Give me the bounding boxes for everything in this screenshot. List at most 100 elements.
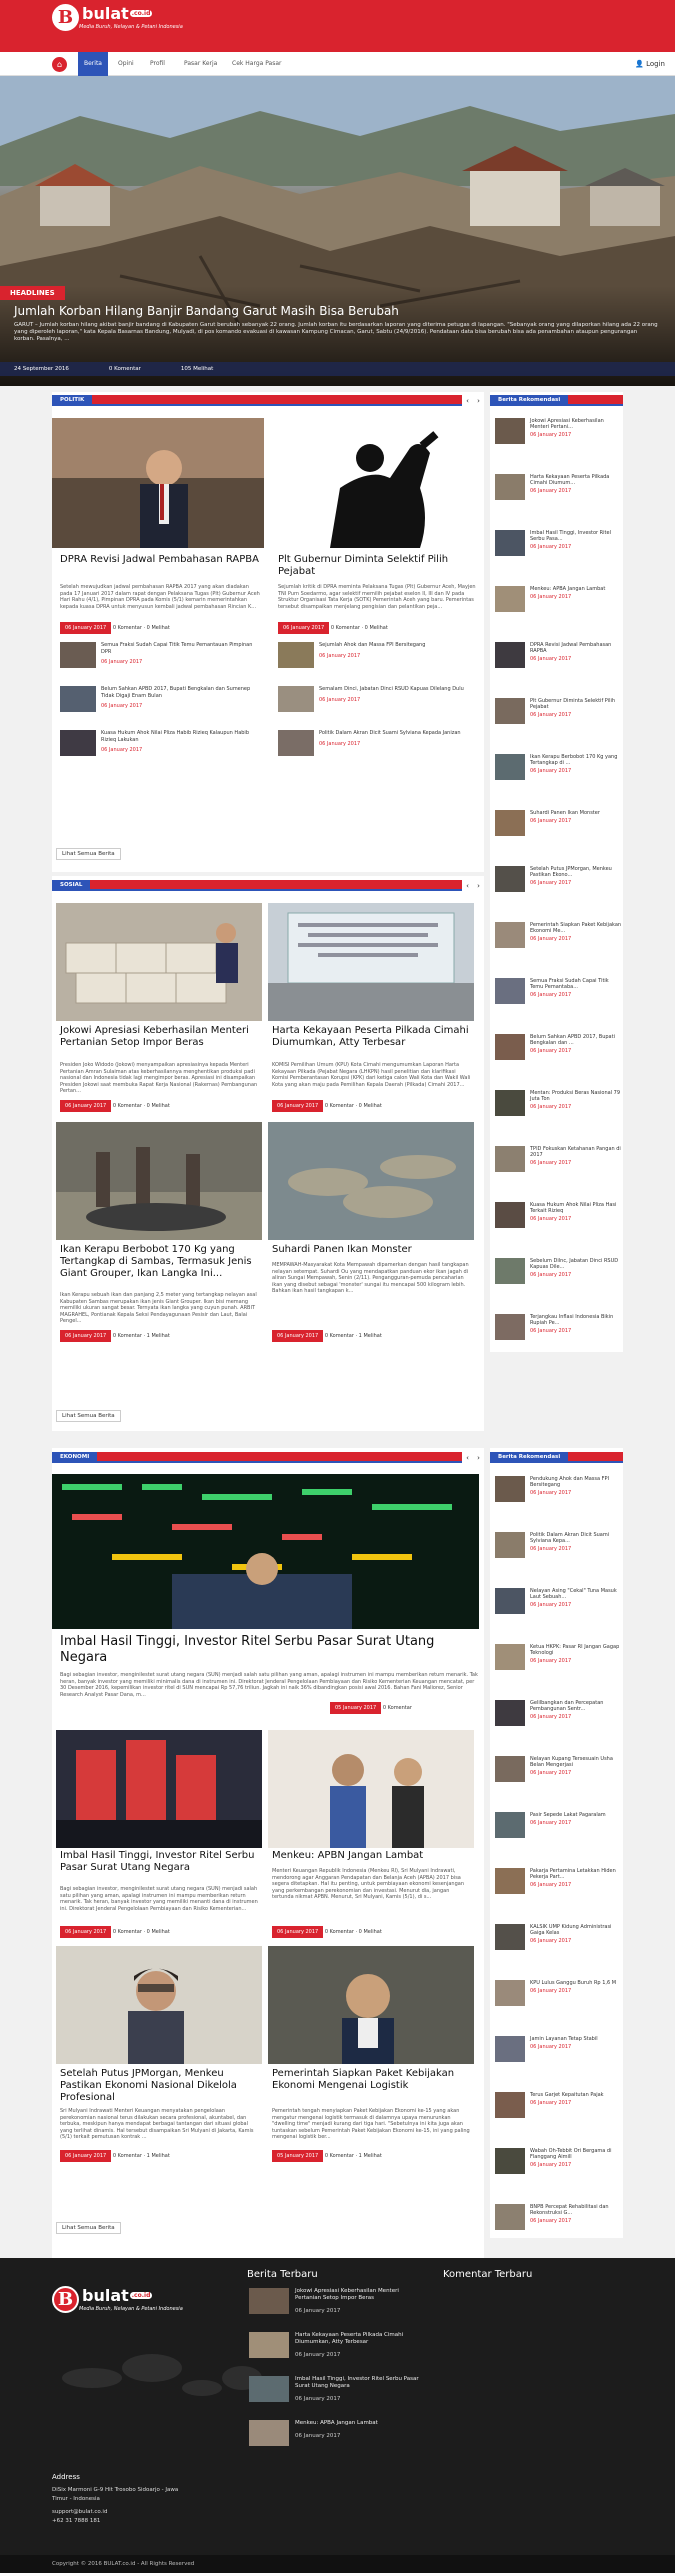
section-arrows[interactable]: ‹ › (462, 395, 484, 406)
sidebar-item-date: 06 January 2017 (530, 544, 572, 550)
card-image[interactable] (56, 1946, 262, 2064)
card-image[interactable] (270, 418, 482, 548)
footer-logo[interactable]: B bulat .co.id Media Buruh, Nelayan & Peta… (52, 2286, 183, 2313)
site-header: B bulat .co.id Media Buruh, Nelayan & Pet… (0, 0, 675, 52)
card-image[interactable] (268, 1122, 474, 1240)
hero-comments: 0 Komentar (108, 366, 141, 372)
sidebar-item[interactable]: Politik Dalam Akran Dicit Suami Sylviana… (495, 1532, 623, 1558)
footer-news-item[interactable]: Jokowi Apresiasi Keberhasilan Menteri Pe… (249, 2288, 419, 2315)
sidebar-item[interactable]: Menkeu: APBA Jangan Lambat 06 January 201… (495, 586, 623, 612)
card-image[interactable] (52, 1474, 479, 1629)
sidebar-item[interactable]: Imbal Hasil Tinggi, Investor Ritel Serbu… (495, 530, 623, 556)
mini-item[interactable]: Sejumlah Ahok dan Massa FPI Bersitegang 0… (278, 642, 478, 668)
hero-date: 24 September 2016 (14, 366, 69, 372)
chevron-right-icon[interactable]: › (477, 1454, 480, 1462)
view-all-button[interactable]: Lihat Semua Berita (56, 848, 121, 860)
view-all-button[interactable]: Lihat Semua Berita (56, 2222, 121, 2234)
sidebar-item[interactable]: Belum Sahkan APBD 2017, Bupati Bengkalan… (495, 1034, 623, 1060)
nav-item-cek-harga-pasar[interactable]: Cek Harga Pasar (226, 52, 288, 76)
sidebar-item[interactable]: Suhardi Panen Ikan Monster 06 January 201… (495, 810, 623, 836)
sidebar-item[interactable]: Nelayan Asing "Cekal" Tuna Masuk Laut Se… (495, 1588, 623, 1614)
sidebar-item[interactable]: TPID Fokuskan Ketahanan Pangan di 2017 06… (495, 1146, 623, 1172)
sidebar-item[interactable]: Pasir Sepede Lakat Pagaralam 06 January 2… (495, 1812, 623, 1838)
card-title[interactable]: Pemerintah Siapkan Paket Kebijakan Ekono… (272, 2068, 472, 2092)
nav-item-profil[interactable]: Profil (144, 52, 171, 76)
card-image[interactable] (268, 1946, 474, 2064)
sidebar-item[interactable]: DPRA Revisi Jadwal Pembahasan RAPBA 06 Ja… (495, 642, 623, 668)
chevron-left-icon[interactable]: ‹ (466, 1454, 469, 1462)
sidebar-item-date: 06 January 2017 (530, 2100, 572, 2106)
section-arrows[interactable]: ‹ › (462, 1452, 484, 1463)
sidebar-item-date: 06 January 2017 (530, 488, 572, 494)
sidebar-item[interactable]: Jokowi Apresiasi Keberhasilan Menteri Pe… (495, 418, 623, 444)
card-image[interactable] (56, 903, 262, 1021)
sidebar-item[interactable]: Nelayan Kupang Tersesuain Usha Belan Men… (495, 1756, 623, 1782)
sidebar-item[interactable]: Ketua HKPK: Pasar RI Jangan Gagap Teknol… (495, 1644, 623, 1670)
sidebar-item[interactable]: Gelilbangkan dan Percepatan Pembangunan … (495, 1700, 623, 1726)
sidebar-item-title: Jamin Layanan Tetap Stabil (530, 2036, 598, 2042)
card-title[interactable]: Setelah Putus JPMorgan, Menkeu Pastikan … (60, 2068, 260, 2104)
card-image[interactable] (268, 1730, 474, 1848)
sidebar-item-title: Pakarja Pertamina Letakkan Hiden Pekerja… (530, 1868, 616, 1880)
sidebar-thumb (495, 1588, 525, 1614)
sidebar-item[interactable]: Ikan Kerapu Berbobot 170 Kg yang Tertang… (495, 754, 623, 780)
sidebar-item[interactable]: Jamin Layanan Tetap Stabil 06 January 201… (495, 2036, 623, 2062)
user-icon: 👤 (635, 60, 644, 68)
card-image[interactable] (268, 903, 474, 1021)
footer-item-date: 06 January 2017 (295, 2308, 341, 2314)
card-title[interactable]: Plt Gubernur Diminta Selektif Pilih Peja… (278, 554, 478, 578)
view-all-button[interactable]: Lihat Semua Berita (56, 1410, 121, 1422)
home-icon[interactable]: ⌂ (52, 57, 67, 72)
mini-item[interactable]: Politik Dalam Akran Dicit Suami Sylviana… (278, 730, 478, 756)
mini-item[interactable]: Semua Fraksi Sudah Capai Titik Temu Pema… (60, 642, 260, 668)
mini-item[interactable]: Kuasa Hukum Ahok Nilai Pliza Habib Rizie… (60, 730, 260, 756)
card-image[interactable] (56, 1122, 262, 1240)
sidebar-item[interactable]: KALSIK UMP Kidung Administrasi Gaiga Kel… (495, 1924, 623, 1950)
ekonomi-tag: EKONOMI (52, 1452, 98, 1463)
sidebar-item[interactable]: Pemerintah Siapkan Paket Kebijakan Ekono… (495, 922, 623, 948)
hero-title[interactable]: Jumlah Korban Hilang Banjir Bandang Garu… (14, 304, 399, 318)
card-title[interactable]: Suhardi Panen Ikan Monster (272, 1244, 472, 1256)
card-title[interactable]: Menkeu: APBN Jangan Lambat (272, 1850, 472, 1862)
footer-news-item[interactable]: Harta Kekayaan Peserta Pilkada Cimahi Di… (249, 2332, 419, 2359)
site-logo[interactable]: B bulat .co.id Media Buruh, Nelayan & Pet… (52, 4, 183, 31)
sidebar-item[interactable]: Pakarja Pertamina Letakkan Hiden Pekerja… (495, 1868, 623, 1894)
sidebar-item[interactable]: BNPB Percepat Rehabilitasi dan Rekonstru… (495, 2204, 623, 2230)
section-arrows[interactable]: ‹ › (462, 880, 484, 891)
nav-item-pasar-kerja[interactable]: Pasar Kerja (178, 52, 223, 76)
chevron-left-icon[interactable]: ‹ (466, 397, 469, 405)
card-title[interactable]: Harta Kekayaan Peserta Pilkada Cimahi Di… (272, 1025, 472, 1049)
sidebar-item[interactable]: Terjangkau Inflasi Indonesia Bikin Rupia… (495, 1314, 623, 1340)
login-link[interactable]: 👤 Login (635, 52, 665, 76)
footer-news-item[interactable]: Menkeu: APBA Jangan Lambat 06 January 201… (249, 2420, 419, 2446)
sidebar-item[interactable]: Plt Gubernur Diminta Selektif Pilih Peja… (495, 698, 623, 724)
card-title[interactable]: Imbal Hasil Tinggi, Investor Ritel Serbu… (60, 1850, 260, 1874)
sidebar-item[interactable]: Terus Garjet Kepaitutan Pajak 06 January … (495, 2092, 623, 2118)
sidebar-item[interactable]: KPU Lulus Ganggu Buruh Rp 1,6 M 06 Januar… (495, 1980, 623, 2006)
mini-item[interactable]: Belum Sahkan APBD 2017, Bupati Bengkalan… (60, 686, 260, 712)
card-image[interactable] (56, 1730, 262, 1848)
sidebar-item[interactable]: Kuasa Hukum Ahok Nilai Pliza Hasi Terkai… (495, 1202, 623, 1228)
card-image[interactable] (52, 418, 264, 548)
footer-email[interactable]: support@bulat.co.id (52, 2508, 107, 2517)
nav-item-berita[interactable]: Berita (78, 52, 108, 76)
card-title[interactable]: Jokowi Apresiasi Keberhasilan Menteri Pe… (60, 1025, 260, 1049)
footer-news-item[interactable]: Imbal Hasil Tinggi, Investor Ritel Serbu… (249, 2376, 419, 2403)
sidebar-item[interactable]: Mentan: Produksi Beras Nasional 79 Juta … (495, 1090, 623, 1116)
lead-title[interactable]: Imbal Hasil Tinggi, Investor Ritel Serbu… (60, 1634, 480, 1666)
chevron-right-icon[interactable]: › (477, 397, 480, 405)
card-title[interactable]: Ikan Kerapu Berbobot 170 Kg yang Tertang… (60, 1244, 260, 1280)
nav-item-opini[interactable]: Opini (112, 52, 140, 76)
sidebar-item[interactable]: Sebelum Dilnc, Jabatan Dinci RSUD Kapuas… (495, 1258, 623, 1284)
mini-thumb (60, 686, 96, 712)
hero-meta: 24 September 2016 0 Komentar 105 Melihat (0, 362, 675, 376)
mini-item[interactable]: Semalam Dinci, Jabatan Dinci RSUD Kapuas… (278, 686, 478, 712)
chevron-left-icon[interactable]: ‹ (466, 882, 469, 890)
sidebar-item[interactable]: Wabah Oh-Tebbit Ori Bergama di Flanggang… (495, 2148, 623, 2174)
card-title[interactable]: DPRA Revisi Jadwal Pembahasan RAPBA (60, 554, 260, 566)
sidebar-item[interactable]: Harta Kekayaan Peserta Pilkada Cimahi Di… (495, 474, 623, 500)
sidebar-item[interactable]: Pendukung Ahok dan Massa FPI Bersitegang… (495, 1476, 623, 1502)
chevron-right-icon[interactable]: › (477, 882, 480, 890)
sidebar-item[interactable]: Semua Fraksi Sudah Capai Titik Temu Pema… (495, 978, 623, 1004)
sidebar-item[interactable]: Setelah Putus JPMorgan, Menkeu Pastikan … (495, 866, 623, 892)
